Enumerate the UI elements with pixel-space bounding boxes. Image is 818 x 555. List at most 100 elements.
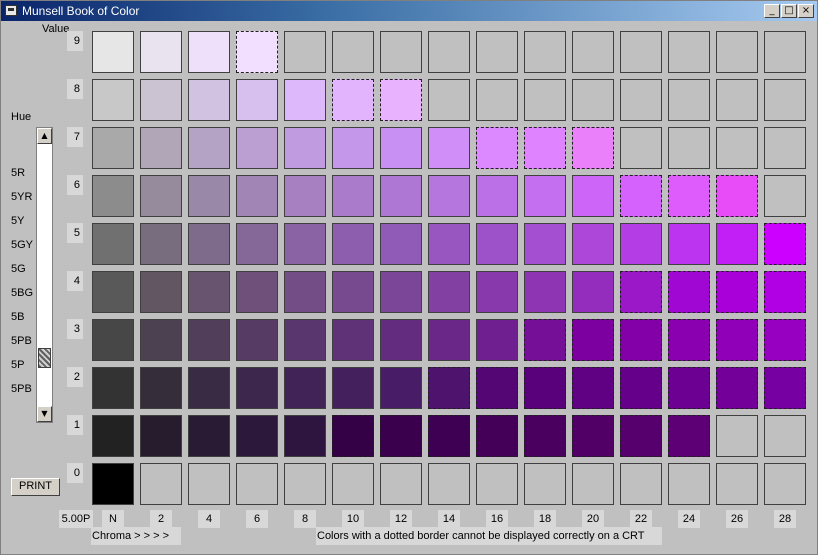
color-chip[interactable] [668, 175, 710, 217]
color-chip[interactable] [284, 175, 326, 217]
color-chip[interactable] [668, 223, 710, 265]
color-chip[interactable] [620, 127, 662, 169]
color-chip[interactable] [332, 175, 374, 217]
color-chip[interactable] [236, 271, 278, 313]
color-chip[interactable] [284, 415, 326, 457]
color-chip[interactable] [188, 271, 230, 313]
color-chip[interactable] [764, 415, 806, 457]
title-bar[interactable]: Munsell Book of Color _ □ × [1, 1, 817, 21]
color-chip[interactable] [140, 319, 182, 361]
color-chip[interactable] [764, 31, 806, 73]
color-chip[interactable] [476, 175, 518, 217]
color-chip[interactable] [620, 415, 662, 457]
color-chip[interactable] [716, 319, 758, 361]
color-chip[interactable] [236, 31, 278, 73]
color-chip[interactable] [380, 79, 422, 121]
color-chip[interactable] [572, 463, 614, 505]
color-chip[interactable] [236, 319, 278, 361]
color-chip[interactable] [332, 463, 374, 505]
color-chip[interactable] [524, 175, 566, 217]
color-chip[interactable] [380, 175, 422, 217]
color-chip[interactable] [92, 463, 134, 505]
scroll-up-arrow-icon[interactable]: ▲ [37, 128, 52, 144]
color-chip[interactable] [332, 79, 374, 121]
color-chip[interactable] [92, 127, 134, 169]
color-chip[interactable] [188, 223, 230, 265]
color-chip[interactable] [476, 223, 518, 265]
color-chip[interactable] [764, 127, 806, 169]
color-chip[interactable] [764, 463, 806, 505]
color-chip[interactable] [764, 271, 806, 313]
color-chip[interactable] [620, 79, 662, 121]
color-chip[interactable] [236, 175, 278, 217]
scroll-thumb[interactable] [38, 348, 51, 368]
color-chip[interactable] [572, 31, 614, 73]
color-chip[interactable] [140, 127, 182, 169]
color-chip[interactable] [428, 367, 470, 409]
color-chip[interactable] [284, 271, 326, 313]
color-chip[interactable] [236, 463, 278, 505]
scroll-down-arrow-icon[interactable]: ▼ [37, 406, 52, 422]
color-chip[interactable] [188, 127, 230, 169]
color-chip[interactable] [332, 271, 374, 313]
color-chip[interactable] [524, 415, 566, 457]
color-chip[interactable] [764, 367, 806, 409]
color-chip[interactable] [380, 319, 422, 361]
color-chip[interactable] [380, 271, 422, 313]
color-chip[interactable] [476, 367, 518, 409]
color-chip[interactable] [620, 175, 662, 217]
color-chip[interactable] [140, 79, 182, 121]
color-chip[interactable] [332, 127, 374, 169]
color-chip[interactable] [572, 127, 614, 169]
color-chip[interactable] [428, 415, 470, 457]
color-chip[interactable] [524, 127, 566, 169]
color-chip[interactable] [380, 223, 422, 265]
color-chip[interactable] [524, 223, 566, 265]
color-chip[interactable] [476, 319, 518, 361]
color-chip[interactable] [668, 127, 710, 169]
color-chip[interactable] [620, 31, 662, 73]
color-chip[interactable] [92, 367, 134, 409]
color-chip[interactable] [236, 127, 278, 169]
color-chip[interactable] [716, 271, 758, 313]
color-chip[interactable] [380, 367, 422, 409]
color-chip[interactable] [668, 463, 710, 505]
color-chip[interactable] [668, 415, 710, 457]
color-chip[interactable] [524, 31, 566, 73]
hue-option[interactable]: 5G [11, 263, 26, 275]
color-chip[interactable] [668, 79, 710, 121]
color-chip[interactable] [716, 463, 758, 505]
color-chip[interactable] [236, 223, 278, 265]
color-chip[interactable] [332, 319, 374, 361]
color-chip[interactable] [140, 271, 182, 313]
color-chip[interactable] [140, 367, 182, 409]
color-chip[interactable] [188, 79, 230, 121]
color-chip[interactable] [716, 367, 758, 409]
color-chip[interactable] [380, 127, 422, 169]
color-chip[interactable] [572, 415, 614, 457]
color-chip[interactable] [428, 31, 470, 73]
color-chip[interactable] [92, 319, 134, 361]
color-chip[interactable] [764, 79, 806, 121]
color-chip[interactable] [92, 271, 134, 313]
color-chip[interactable] [92, 31, 134, 73]
color-chip[interactable] [668, 367, 710, 409]
color-chip[interactable] [188, 415, 230, 457]
color-chip[interactable] [716, 175, 758, 217]
color-chip[interactable] [188, 367, 230, 409]
color-chip[interactable] [764, 175, 806, 217]
hue-option[interactable]: 5PB [11, 335, 32, 347]
color-chip[interactable] [572, 79, 614, 121]
hue-scrollbar[interactable]: ▲ ▼ [36, 127, 53, 423]
color-chip[interactable] [716, 31, 758, 73]
color-chip[interactable] [668, 31, 710, 73]
color-chip[interactable] [572, 223, 614, 265]
color-chip[interactable] [428, 463, 470, 505]
color-chip[interactable] [236, 367, 278, 409]
color-chip[interactable] [284, 79, 326, 121]
color-chip[interactable] [764, 223, 806, 265]
color-chip[interactable] [476, 271, 518, 313]
app-icon[interactable] [5, 5, 17, 16]
color-chip[interactable] [428, 223, 470, 265]
color-chip[interactable] [620, 271, 662, 313]
